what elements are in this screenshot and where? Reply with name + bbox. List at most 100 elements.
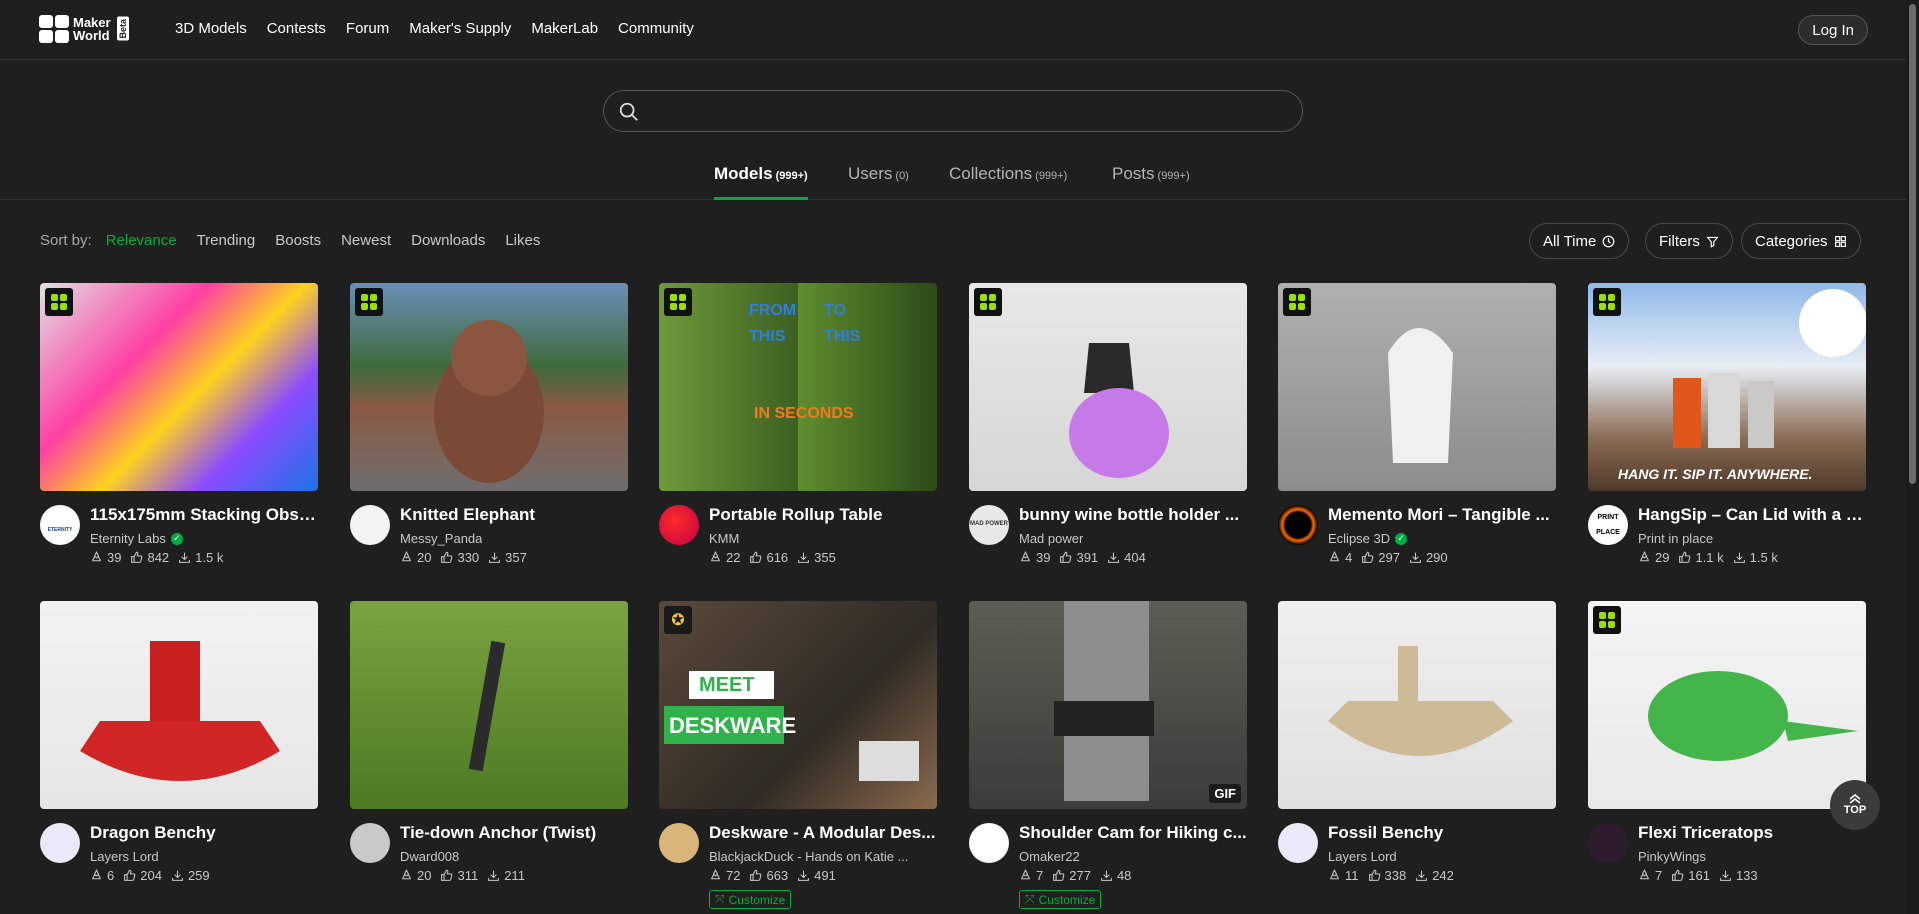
verified-icon: ✓ [1395,532,1408,545]
nav-forum[interactable]: Forum [346,20,389,37]
search-input[interactable] [652,99,1272,123]
model-title[interactable]: Flexi Triceratops [1638,823,1866,843]
tab-collections[interactable]: Collections (999+) [949,164,1067,199]
sort-trending[interactable]: Trending [197,232,256,249]
exclusive-badge-icon [1593,606,1621,634]
model-author[interactable]: Messy_Panda [400,531,482,546]
model-author[interactable]: Layers Lord [1328,849,1397,864]
model-title[interactable]: Dragon Benchy [90,823,318,843]
sort-likes[interactable]: Likes [505,232,540,249]
author-avatar[interactable] [1278,505,1318,545]
makerworld-logo[interactable]: Maker World Beta [39,15,129,43]
sort-relevance[interactable]: Relevance [106,232,177,249]
model-thumbnail[interactable] [40,601,318,809]
scrollbar-thumb[interactable] [1909,4,1916,484]
nav-makers-supply[interactable]: Maker's Supply [409,20,511,37]
tab-users[interactable]: Users (0) [848,164,909,199]
model-author[interactable]: Mad power [1019,531,1083,546]
model-author[interactable]: Print in place [1638,531,1713,546]
author-avatar[interactable]: ETERNITY [40,505,80,545]
model-author[interactable]: Eclipse 3D ✓ [1328,531,1408,546]
tab-posts[interactable]: Posts (999+) [1112,164,1190,199]
model-thumbnail[interactable]: HANG IT. SIP IT. ANYWHERE. [1588,283,1866,491]
download-count: 357 [488,550,527,565]
thumbnail-overlay-text: HANG IT. SIP IT. ANYWHERE. [1618,466,1812,482]
model-thumbnail[interactable] [350,601,628,809]
model-thumbnail[interactable] [350,283,628,491]
model-title[interactable]: HangSip – Can Lid with a S... [1638,505,1866,525]
avatar-text-place: PLACE [1596,529,1620,536]
author-avatar[interactable]: PRINT PLACE [1588,505,1628,545]
model-thumbnail[interactable] [1278,283,1556,491]
logo-text-world: World [73,28,110,43]
sort-downloads[interactable]: Downloads [411,232,485,249]
model-author[interactable]: KMM [709,531,739,546]
model-author[interactable]: Omaker22 [1019,849,1080,864]
customize-button[interactable]: ⤧ Customize [1019,890,1102,909]
categories-button[interactable]: Categories [1741,223,1861,259]
filters-button[interactable]: Filters [1645,223,1733,259]
download-icon [798,552,810,563]
model-title[interactable]: bunny wine bottle holder ... [1019,505,1247,525]
thumbnail-image [434,320,544,483]
boost-count: 20 [400,550,431,565]
author-avatar[interactable] [1588,823,1628,863]
search-bar[interactable] [603,90,1303,132]
overlay-in-seconds: IN SECONDS [754,405,854,422]
author-avatar[interactable] [969,823,1009,863]
author-avatar[interactable] [1278,823,1318,863]
customize-button[interactable]: ⤧ Customize [709,890,792,909]
download-count: 491 [797,868,836,883]
model-thumbnail[interactable]: FROM TO THIS THIS IN SECONDS [659,283,937,491]
model-thumbnail[interactable]: MEET DESKWARE ✪ [659,601,937,809]
model-author[interactable]: BlackjackDuck - Hands on Katie ... [709,849,908,864]
model-title[interactable]: Deskware - A Modular Des... [709,823,937,843]
result-tabs: Models (999+) Users (0) Collections (999+) … [0,160,1906,200]
model-thumbnail[interactable]: GIF [969,601,1247,809]
model-title[interactable]: 115x175mm Stacking Obse... [90,505,318,525]
boost-count: 29 [1638,550,1669,565]
model-thumbnail[interactable] [1278,601,1556,809]
download-icon [1720,870,1731,881]
login-button[interactable]: Log In [1798,15,1868,45]
boost-icon [1639,869,1650,880]
back-to-top-button[interactable]: TOP [1830,780,1880,830]
sort-boosts[interactable]: Boosts [275,232,321,249]
nav-community[interactable]: Community [618,20,694,37]
model-title[interactable]: Portable Rollup Table [709,505,937,525]
model-author[interactable]: Layers Lord [90,849,159,864]
model-author[interactable]: PinkyWings [1638,849,1706,864]
model-thumbnail[interactable] [40,283,318,491]
download-count: 259 [171,868,210,883]
model-author[interactable]: Dward008 [400,849,459,864]
model-title[interactable]: Knitted Elephant [400,505,628,525]
model-title[interactable]: Tie-down Anchor (Twist) [400,823,628,843]
nav-contests[interactable]: Contests [267,20,326,37]
boost-count: 22 [709,550,740,565]
boost-count: 39 [90,550,121,565]
grid-icon [1834,235,1846,247]
model-title[interactable]: Memento Mori – Tangible ... [1328,505,1556,525]
model-title[interactable]: Fossil Benchy [1328,823,1556,843]
author-avatar[interactable] [659,505,699,545]
author-avatar[interactable] [659,823,699,863]
exclusive-badge-icon [1593,288,1621,316]
like-count: 338 [1368,868,1406,883]
model-thumbnail[interactable] [969,283,1247,491]
model-title[interactable]: Shoulder Cam for Hiking c... [1019,823,1247,843]
time-filter-button[interactable]: All Time [1529,223,1630,259]
author-avatar[interactable] [350,505,390,545]
author-avatar[interactable] [350,823,390,863]
boost-count: 72 [709,868,740,883]
main-nav: 3D Models Contests Forum Maker's Supply … [175,20,694,37]
sort-newest[interactable]: Newest [341,232,391,249]
model-thumbnail[interactable] [1588,601,1866,809]
nav-makerlab[interactable]: MakerLab [531,20,598,37]
tab-models[interactable]: Models (999+) [714,164,808,200]
like-count: 311 [440,868,478,883]
nav-3d-models[interactable]: 3D Models [175,20,247,37]
author-avatar[interactable] [40,823,80,863]
author-avatar[interactable]: MAD POWER [969,505,1009,545]
scrollbar[interactable] [1906,0,1919,914]
model-author[interactable]: Eternity Labs ✓ [90,531,183,546]
